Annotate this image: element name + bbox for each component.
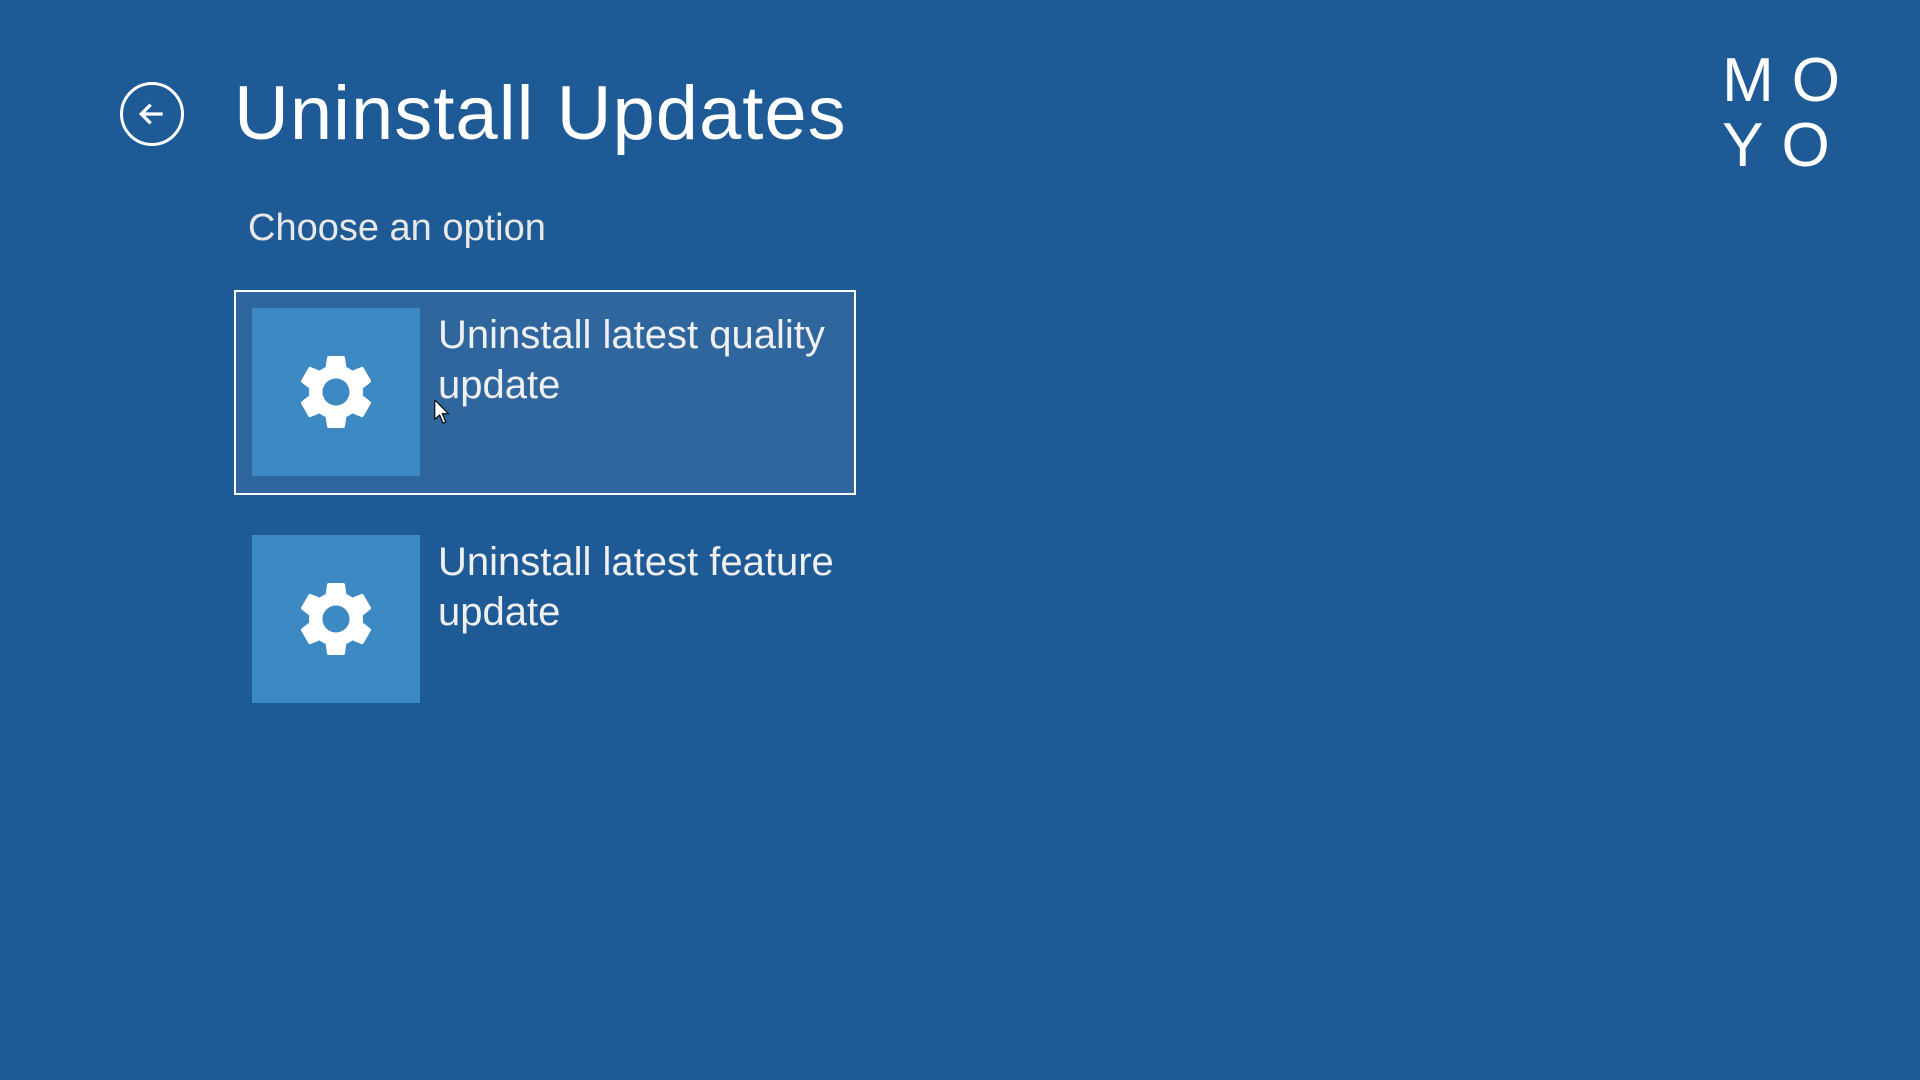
watermark-line2: YO — [1722, 113, 1858, 178]
subtitle: Choose an option — [0, 207, 1920, 250]
option-uninstall-quality-update[interactable]: Uninstall latest quality update — [234, 290, 856, 495]
option-icon-box — [252, 308, 420, 476]
page-title: Uninstall Updates — [234, 70, 847, 157]
gear-icon — [291, 574, 381, 664]
gear-icon — [291, 347, 381, 437]
option-label: Uninstall latest quality update — [420, 308, 838, 410]
watermark-logo: MO YO — [1722, 48, 1858, 178]
back-arrow-icon — [136, 98, 168, 130]
options-container: Uninstall latest quality update Uninstal… — [0, 290, 1920, 722]
option-uninstall-feature-update[interactable]: Uninstall latest feature update — [234, 517, 856, 722]
back-button[interactable] — [120, 82, 184, 146]
option-label: Uninstall latest feature update — [420, 535, 838, 637]
watermark-line1: MO — [1722, 48, 1858, 113]
option-icon-box — [252, 535, 420, 703]
